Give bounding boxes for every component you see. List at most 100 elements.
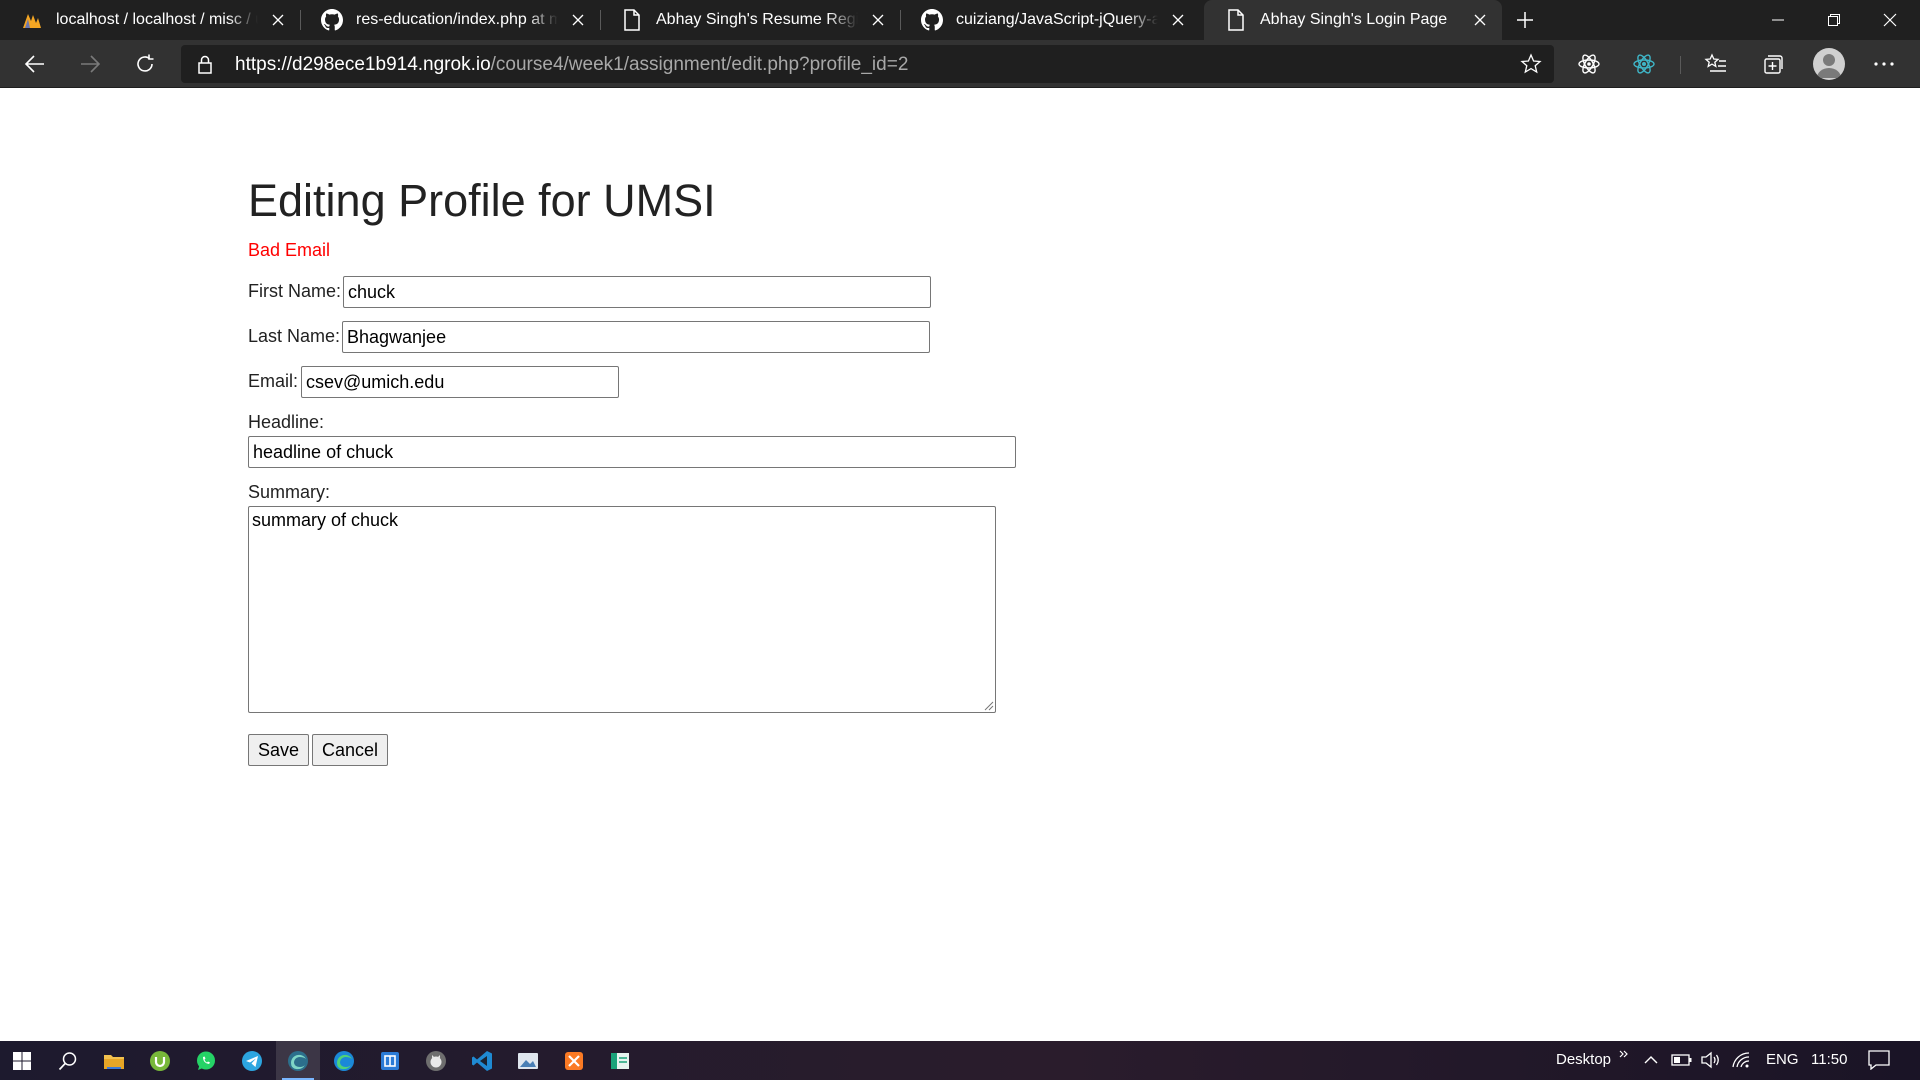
edge-dev-button[interactable] <box>276 1041 320 1080</box>
error-message: Bad Email <box>248 240 331 260</box>
xampp-button[interactable] <box>552 1041 596 1080</box>
headline-input[interactable] <box>248 436 1016 468</box>
close-icon[interactable] <box>266 8 290 32</box>
vscode-icon <box>472 1050 492 1071</box>
url-text: https://d298ece1b914.ngrok.io/course4/we… <box>235 54 908 76</box>
phpmyadmin-icon <box>20 8 44 32</box>
forward-arrow-icon <box>81 55 101 73</box>
telegram-button[interactable] <box>230 1041 274 1080</box>
page-title: Editing Profile for UMSI <box>248 175 716 226</box>
plus-icon <box>1517 12 1533 28</box>
tab-javascript-jquery[interactable]: cuiziang/JavaScript-jQuery-and-JSON <box>900 0 1200 40</box>
close-icon[interactable] <box>1166 8 1190 32</box>
system-clock[interactable]: 11:50 <box>1811 1051 1847 1068</box>
first-name-label: First Name: <box>248 281 342 301</box>
more-menu-icon[interactable] <box>1870 50 1898 78</box>
app-square-icon <box>381 1051 399 1070</box>
github-desktop-icon <box>426 1050 446 1071</box>
tab-phpmyadmin[interactable]: localhost / localhost / misc / users | p… <box>0 0 300 40</box>
back-arrow-icon <box>24 55 44 73</box>
close-icon <box>1883 13 1897 27</box>
restore-button[interactable] <box>1806 0 1862 40</box>
tab-login-page[interactable]: Abhay Singh's Login Page <box>1204 0 1502 40</box>
page-icon <box>620 8 644 32</box>
back-button[interactable] <box>17 46 53 82</box>
last-name-input[interactable] <box>342 321 930 353</box>
react-devtools-icon[interactable] <box>1630 50 1658 78</box>
tab-title: res-education/index.php at master <box>356 11 558 28</box>
browser-toolbar: https://d298ece1b914.ngrok.io/course4/we… <box>0 40 1920 88</box>
whatsapp-icon <box>197 1051 215 1070</box>
chevron-up-icon[interactable] <box>1640 1049 1662 1071</box>
image-viewer-button[interactable] <box>506 1041 550 1080</box>
wifi-icon[interactable] <box>1731 1049 1753 1071</box>
tab-resume-registry[interactable]: Abhay Singh's Resume Registry <box>600 0 900 40</box>
refresh-button[interactable] <box>127 46 163 82</box>
volume-icon[interactable] <box>1700 1049 1722 1071</box>
resize-grip-icon[interactable] <box>982 699 994 711</box>
page-content: Editing Profile for UMSI Bad Email First… <box>0 89 1920 1041</box>
headline-label: Headline: <box>248 412 325 432</box>
input-language-indicator[interactable]: ENG <box>1766 1051 1799 1068</box>
close-window-button[interactable] <box>1862 0 1918 40</box>
summary-textarea[interactable]: summary of chuck <box>248 506 996 713</box>
favorites-icon[interactable] <box>1702 50 1730 78</box>
save-button[interactable]: Save <box>248 734 310 766</box>
restore-icon <box>1828 14 1840 26</box>
file-explorer-button[interactable] <box>92 1041 136 1080</box>
url-scheme: https:// <box>235 54 293 75</box>
battery-icon[interactable] <box>1671 1049 1693 1071</box>
forward-button[interactable] <box>72 46 108 82</box>
search-button[interactable] <box>46 1041 90 1080</box>
refresh-icon <box>137 54 154 72</box>
github-desktop-button[interactable] <box>414 1041 458 1080</box>
search-icon <box>58 1051 77 1070</box>
email-label: Email: <box>248 371 299 391</box>
star-icon[interactable] <box>1520 53 1542 75</box>
tab-title: Abhay Singh's Resume Registry <box>656 11 858 28</box>
new-tab-button[interactable] <box>1509 4 1541 36</box>
atom-extension-icon[interactable] <box>1575 50 1603 78</box>
edge-button[interactable] <box>322 1041 366 1080</box>
xampp-icon <box>565 1051 583 1070</box>
start-button[interactable] <box>0 1041 44 1080</box>
close-icon[interactable] <box>866 8 890 32</box>
cancel-button[interactable]: Cancel <box>312 734 389 766</box>
notes-icon <box>611 1052 629 1069</box>
email-input[interactable] <box>301 366 619 398</box>
tab-title: localhost / localhost / misc / users | p… <box>56 11 258 28</box>
notifications-icon[interactable] <box>1868 1049 1890 1071</box>
whatsapp-button[interactable] <box>184 1041 228 1080</box>
photo-icon <box>518 1052 538 1069</box>
desktop-toolbar-label[interactable]: Desktop <box>1556 1051 1611 1068</box>
toolbar-divider <box>1680 56 1681 74</box>
first-name-input[interactable] <box>343 276 931 308</box>
profile-avatar-icon[interactable] <box>1813 48 1845 80</box>
minimize-icon <box>1772 19 1784 21</box>
collections-icon[interactable] <box>1758 50 1786 78</box>
tab-res-education[interactable]: res-education/index.php at master <box>300 0 600 40</box>
folder-icon <box>104 1054 124 1069</box>
notes-app-button[interactable] <box>598 1041 642 1080</box>
windows-logo-icon <box>13 1051 31 1070</box>
url-path: /course4/week1/assignment/edit.php?profi… <box>490 54 909 75</box>
lock-icon <box>198 55 212 74</box>
vscode-button[interactable] <box>460 1041 504 1080</box>
summary-label: Summary: <box>248 482 331 502</box>
browser-tab-strip: localhost / localhost / misc / users | p… <box>0 0 1920 40</box>
teams-like-app-button[interactable] <box>368 1041 412 1080</box>
close-icon[interactable] <box>1468 8 1492 32</box>
tab-title: Abhay Singh's Login Page <box>1260 11 1448 28</box>
utorrent-button[interactable] <box>138 1041 182 1080</box>
minimize-button[interactable] <box>1750 0 1806 40</box>
edge-icon <box>334 1050 354 1071</box>
last-name-label: Last Name: <box>248 326 341 346</box>
edge-dev-icon <box>288 1050 308 1071</box>
address-bar[interactable]: https://d298ece1b914.ngrok.io/course4/we… <box>181 45 1554 83</box>
close-icon[interactable] <box>566 8 590 32</box>
github-icon <box>320 8 344 32</box>
double-chevron-icon[interactable] <box>1616 1044 1632 1066</box>
page-icon <box>1224 8 1248 32</box>
github-icon <box>920 8 944 32</box>
utorrent-icon <box>150 1050 170 1071</box>
